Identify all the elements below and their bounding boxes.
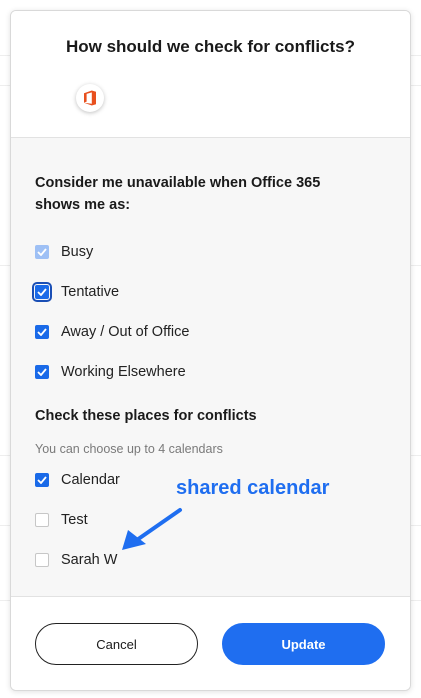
busy-checkbox[interactable]	[35, 245, 49, 259]
option-label: Away / Out of Office	[61, 324, 190, 340]
option-label: Tentative	[61, 284, 120, 300]
annotation-label: shared calendar	[176, 477, 330, 499]
option-label: Busy	[61, 244, 94, 260]
calendars-hint: You can choose up to 4 calendars	[35, 442, 223, 456]
update-button[interactable]: Update	[222, 623, 385, 665]
dialog-header: How should we check for conflicts?	[11, 11, 410, 138]
option-away[interactable]: Away / Out of Office	[35, 322, 189, 342]
dialog-title: How should we check for conflicts?	[65, 37, 356, 56]
annotation-arrow-icon	[122, 508, 182, 550]
option-tentative[interactable]: Tentative	[32, 282, 120, 302]
office-365-icon	[76, 84, 104, 112]
checkmark-icon	[37, 288, 47, 296]
checkmark-icon	[37, 328, 47, 336]
dialog-body: Consider me unavailable when Office 365 …	[11, 138, 410, 596]
checkmark-icon	[37, 248, 47, 256]
tentative-checkbox[interactable]	[32, 282, 52, 302]
test-checkbox[interactable]	[35, 513, 49, 527]
calendar-checkbox[interactable]	[35, 473, 49, 487]
conflict-check-dialog: How should we check for conflicts? Consi…	[10, 10, 411, 691]
cancel-button[interactable]: Cancel	[35, 623, 198, 665]
option-label: Sarah W	[61, 552, 118, 568]
dialog-footer: Cancel Update	[11, 596, 410, 690]
calendar-option-calendar[interactable]: Calendar	[35, 470, 120, 490]
availability-heading: Consider me unavailable when Office 365 …	[35, 175, 321, 213]
option-label: Test	[61, 512, 88, 528]
calendar-option-test[interactable]: Test	[35, 510, 88, 530]
calendars-heading: Check these places for conflicts	[35, 408, 257, 424]
option-busy[interactable]: Busy	[35, 242, 93, 262]
option-label: Calendar	[61, 472, 120, 488]
working-elsewhere-checkbox[interactable]	[35, 365, 49, 379]
away-checkbox[interactable]	[35, 325, 49, 339]
option-working-elsewhere[interactable]: Working Elsewhere	[35, 362, 186, 382]
sarah-w-checkbox[interactable]	[35, 553, 49, 567]
option-label: Working Elsewhere	[61, 364, 186, 380]
calendar-option-sarah-w[interactable]: Sarah W	[35, 550, 117, 570]
checkmark-icon	[37, 476, 47, 484]
checkmark-icon	[37, 368, 47, 376]
